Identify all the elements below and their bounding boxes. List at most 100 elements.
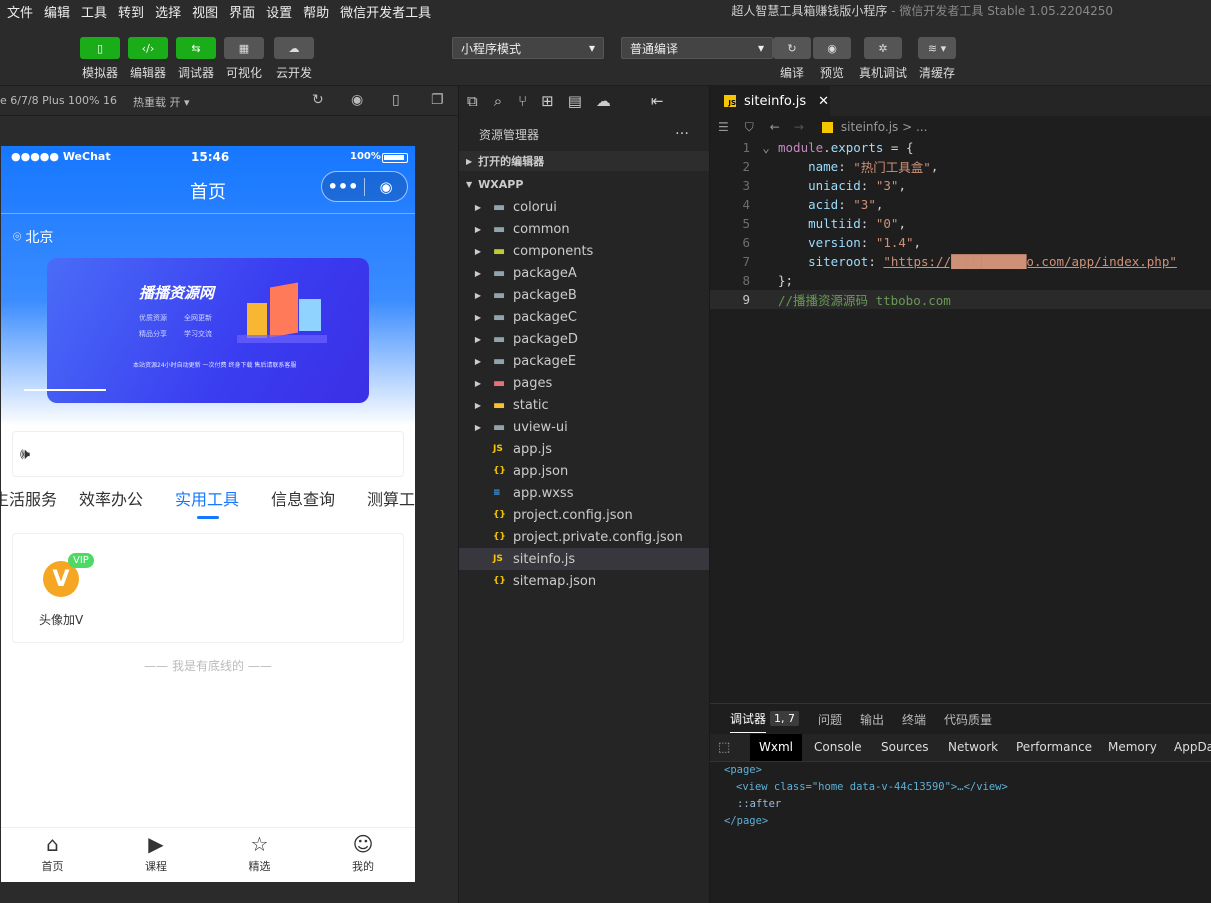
banner[interactable]: 播播资源网 优质资源 全网更新精品分享 学习交流 本站资源24小时自动更新 一次付费… [47,258,369,403]
more-icon[interactable]: ••• [322,177,364,196]
device-icon[interactable]: ▯ [392,92,400,108]
mode-select[interactable]: 小程序模式 ▾ [452,37,604,59]
tool-label[interactable]: 头像加V [39,611,83,628]
back-icon[interactable]: ← [770,120,780,134]
tree-item[interactable]: ▶{}project.private.config.json [459,526,709,548]
stop-icon[interactable]: ◉ [351,92,363,108]
menu-4[interactable]: 选择 [151,2,185,21]
tree-item[interactable]: ▶{}project.config.json [459,504,709,526]
project-header[interactable]: ▼ WXAPP [459,174,709,194]
collapse-icon[interactable]: ⇤ [651,92,664,110]
devtools-tab[interactable]: Performance [1007,734,1101,761]
toolbar-bug-button[interactable]: ✲ [864,37,902,59]
tree-item[interactable]: ▶ ▬ common [459,218,709,240]
debugger-tab[interactable]: 调试器 [730,705,767,733]
tree-item[interactable]: ▶ ▬ packageE [459,350,709,372]
menu-0[interactable]: 文件 [3,2,37,21]
explorer-more-icon[interactable]: … [675,122,689,138]
code-token: : [838,159,854,174]
list-icon[interactable]: ☰ [718,120,729,134]
git-icon[interactable]: ⑂ [518,92,527,110]
window-icon[interactable]: ❐ [431,92,444,108]
wxml-node[interactable]: </page> [724,815,768,827]
category-tab[interactable]: 信息查询 [271,486,335,510]
tree-item[interactable]: ▶ ▬ packageD [459,328,709,350]
menu-3[interactable]: 转到 [114,2,148,21]
notice-bar[interactable]: 🕪 [12,431,404,477]
bottom-nav-item[interactable]: ☺ 我的 [312,832,415,874]
wxml-node[interactable]: <view class="home data-v-44c13590">…</vi… [736,781,1008,793]
tree-item[interactable]: ▶ ▬ colorui [459,196,709,218]
category-tab[interactable]: 测算工 [367,486,415,510]
close-tab-icon[interactable]: ✕ [818,94,829,109]
docker-icon[interactable]: ☁ [596,92,611,110]
category-tab[interactable]: 实用工具 [175,486,239,510]
tree-item[interactable]: ▶JSapp.js [459,438,709,460]
menu-9[interactable]: 微信开发者工具 [336,2,435,21]
toolbar-layers-button[interactable]: ≋ ▾ [918,37,956,59]
devtools-tab[interactable]: Sources [872,734,937,761]
device-select[interactable]: e 6/7/8 Plus 100% 16 [0,94,117,107]
menu-2[interactable]: 工具 [77,2,111,21]
menu-5[interactable]: 视图 [188,2,222,21]
category-tab[interactable]: 效率办公 [79,486,143,510]
forward-icon[interactable]: → [794,120,804,134]
menu-6[interactable]: 界面 [225,2,259,21]
bottom-nav-item[interactable]: ☆ 精选 [208,832,311,874]
hot-reload-toggle[interactable]: 热重载 开 ▾ [133,94,190,110]
menu-8[interactable]: 帮助 [299,2,333,21]
reload-icon[interactable]: ↻ [312,92,324,108]
tab-siteinfo[interactable]: JS siteinfo.js ✕ [710,86,830,116]
debugger-tab[interactable]: 代码质量 [944,705,992,733]
debugger-tab[interactable]: 输出 [860,705,884,733]
debugger-tab[interactable]: 问题 [818,705,842,733]
bottom-nav-item[interactable]: ⌂ 首页 [1,832,104,874]
tree-item[interactable]: ▶ ▬ components [459,240,709,262]
search-icon[interactable]: ⌕ [494,92,502,110]
debugger-tab[interactable]: 终端 [902,705,926,733]
tree-item[interactable]: ▶JSsiteinfo.js [459,548,709,570]
open-editors-header[interactable]: ▶ 打开的编辑器 [459,151,709,171]
breadcrumb[interactable]: siteinfo.js > ... [841,120,928,134]
category-tab[interactable]: 生活服务 [1,486,57,510]
wxml-node[interactable]: ::after [737,798,781,810]
extensions-icon[interactable]: ⊞ [541,92,554,110]
toolbar-eye-button[interactable]: ◉ [813,37,851,59]
storage-icon[interactable]: ▤ [568,92,582,110]
toolbar-phone-button[interactable]: ▯ [80,37,120,59]
toolbar-layout-button[interactable]: ▦ [224,37,264,59]
devtools-tab[interactable]: AppDa [1165,734,1211,761]
devtools-tab[interactable]: Console [805,734,871,761]
tree-item[interactable]: ▶{}app.json [459,460,709,482]
devtools-tab[interactable]: Network [939,734,1007,761]
bookmark-icon[interactable]: ⛉ [745,120,754,135]
menu-7[interactable]: 设置 [262,2,296,21]
capsule-menu[interactable]: ••• ◉ [321,171,408,202]
toolbar-debug-button[interactable]: ⇆ [176,37,216,59]
toolbar-code-button[interactable]: ‹/› [128,37,168,59]
tree-item[interactable]: ▶ ▬ static [459,394,709,416]
devtools-tab[interactable]: Wxml [750,734,802,761]
toolbar-cloud-button[interactable]: ☁ [274,37,314,59]
wxml-node[interactable]: <page> [724,764,762,776]
toolbar-label: 可视化 [225,66,262,80]
tree-item[interactable]: ▶ ▬ packageA [459,262,709,284]
devtools-tab[interactable]: Memory [1099,734,1166,761]
bottom-nav-item[interactable]: ▶ 课程 [105,832,208,874]
window-title: 超人智慧工具箱赚钱版小程序 - 微信开发者工具 Stable 1.05.2204… [731,4,1113,18]
tree-item[interactable]: ▶ ▬ packageC [459,306,709,328]
compile-select[interactable]: 普通编译 ▾ [621,37,773,59]
files-icon[interactable]: ⧉ [467,92,478,110]
location[interactable]: ⌾ 北京 [13,227,53,247]
phone-icon: ▯ [96,41,104,55]
tree-item[interactable]: ▶ ▬ packageB [459,284,709,306]
tree-item[interactable]: ▶≡app.wxss [459,482,709,504]
menu-1[interactable]: 编辑 [40,2,74,21]
close-capsule-icon[interactable]: ◉ [365,178,407,196]
tree-item[interactable]: ▶{}sitemap.json [459,570,709,592]
status-time: 15:46 [191,150,230,164]
tree-item[interactable]: ▶ ▬ uview-ui [459,416,709,438]
inspect-icon[interactable]: ⬚ [718,740,730,755]
tree-item[interactable]: ▶ ▬ pages [459,372,709,394]
toolbar-refresh-button[interactable]: ↻ [773,37,811,59]
